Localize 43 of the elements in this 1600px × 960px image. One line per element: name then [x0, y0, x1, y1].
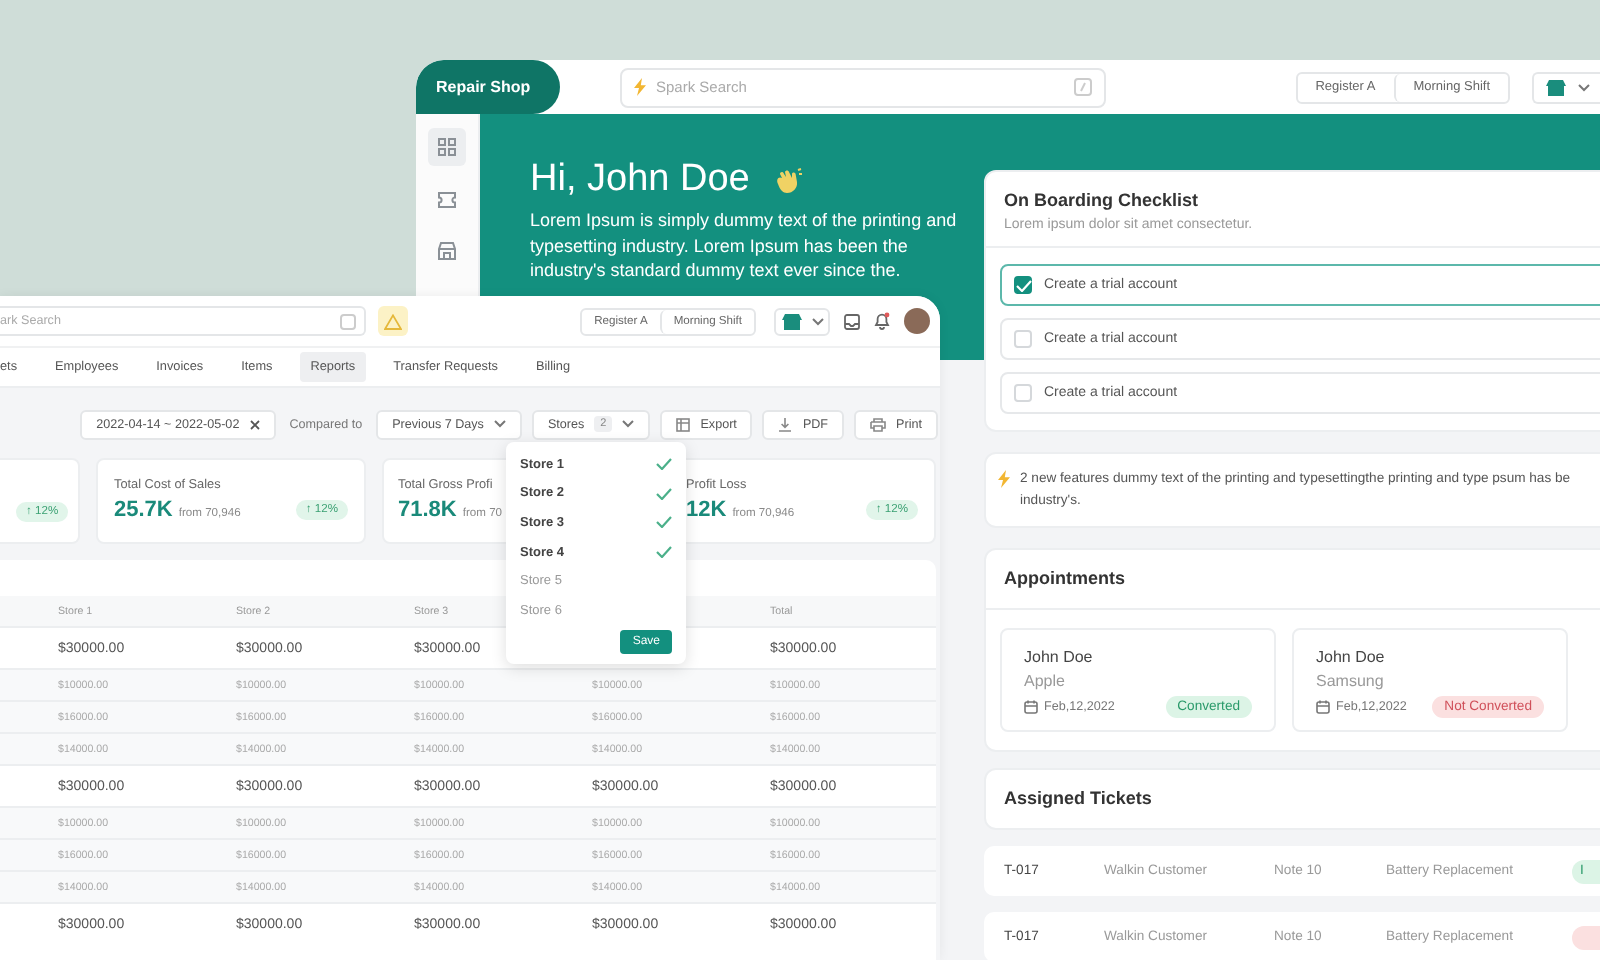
stat-value: 71.8K — [398, 498, 457, 522]
waving-hand-icon — [773, 167, 802, 193]
grid-icon — [438, 138, 456, 156]
lightning-icon — [634, 78, 646, 96]
check-icon — [1015, 279, 1031, 291]
shortcut-key-icon — [340, 313, 356, 329]
download-icon — [778, 417, 793, 431]
card-title: Appointments — [1004, 568, 1127, 588]
chevron-down-icon — [622, 420, 635, 428]
table-icon — [676, 417, 691, 431]
sidebar-item[interactable] — [428, 128, 466, 166]
alert-button[interactable] — [378, 306, 408, 336]
clear-icon — [249, 419, 260, 429]
bell-icon — [874, 312, 890, 330]
customer-name: John Doe — [1024, 648, 1095, 666]
store-switch-button[interactable] — [774, 307, 830, 335]
printer-icon — [870, 417, 887, 431]
user-avatar[interactable] — [904, 308, 930, 334]
chevron-down-icon — [493, 420, 506, 428]
calendar-icon — [1316, 700, 1330, 714]
checkbox[interactable] — [1014, 276, 1032, 294]
store-icon — [438, 242, 456, 260]
chevron-down-icon — [811, 317, 823, 325]
inbox-icon — [844, 313, 860, 329]
greeting-title: Hi, John Doe — [530, 158, 750, 202]
calendar-icon — [1024, 700, 1038, 714]
welcome-text: Lorem Ipsum is simply dummy text of the printing and typesetting industry. Lorem Ipsum has been the industry's standard dummy text ever since the. — [530, 208, 959, 283]
shortcut-key-icon — [1074, 78, 1092, 96]
card-title: Assigned Tickets — [1004, 788, 1154, 808]
stat-value: 12K — [686, 498, 727, 522]
store-switch-button[interactable] — [1532, 71, 1600, 103]
lightning-icon — [998, 470, 1010, 488]
chevron-down-icon — [1578, 83, 1590, 91]
stat-value: 25.7K — [114, 498, 173, 522]
shop-icon — [1546, 79, 1566, 95]
device-brand: Apple — [1024, 672, 1067, 690]
device-brand: Samsung — [1316, 672, 1386, 690]
brand-label: Repair Shop — [416, 60, 560, 114]
card-title: On Boarding Checklist — [1004, 190, 1201, 210]
shop-icon — [781, 313, 801, 329]
ticket-icon — [438, 191, 456, 207]
customer-name: John Doe — [1316, 648, 1387, 666]
warning-icon — [384, 313, 402, 329]
